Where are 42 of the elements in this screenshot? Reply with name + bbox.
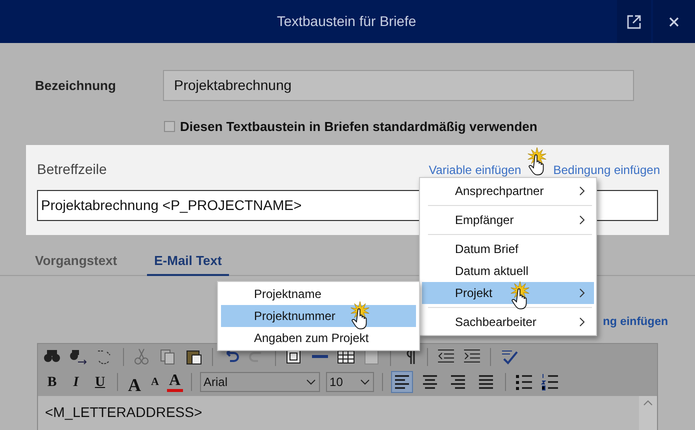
chevron-right-icon[interactable]	[579, 317, 585, 327]
format-button[interactable]: B	[43, 372, 61, 392]
popout-button[interactable]	[617, 0, 651, 43]
menu-item[interactable]: Projektname	[221, 283, 416, 305]
link[interactable]: Variable einfügen	[428, 160, 522, 178]
shrink-font-button[interactable]: A	[149, 372, 161, 392]
menu-item[interactable]: Angaben zum Projekt	[221, 327, 416, 349]
bullet-list-icon[interactable]	[514, 372, 534, 391]
menu-item[interactable]: Projektnummer	[221, 305, 416, 327]
link[interactable]: Bedingung einfügen	[553, 160, 660, 178]
format-button[interactable]: I	[67, 372, 85, 392]
tab[interactable]: Vorgangstext	[35, 248, 118, 276]
chevron-down-icon[interactable]	[360, 378, 370, 385]
close-button[interactable]	[653, 0, 695, 43]
chevron-right-icon[interactable]	[579, 288, 585, 298]
menu-item[interactable]: Sachbearbeiter	[422, 311, 594, 333]
link[interactable]: ng einfügen	[602, 314, 668, 331]
chevron-right-icon[interactable]	[579, 186, 585, 196]
field-label: Bezeichnung	[35, 76, 117, 95]
numbered-list-icon[interactable]	[540, 372, 560, 391]
menu-item[interactable]: Datum aktuell	[422, 260, 594, 282]
checkbox-label: Diesen Textbaustein in Briefen standardmäßig verwenden	[180, 118, 538, 136]
external-link-icon[interactable]	[627, 14, 641, 28]
grow-font-button[interactable]: A	[126, 372, 143, 392]
font-dropdown[interactable]: Arial	[200, 372, 320, 392]
font-size-dropdown[interactable]: 10	[326, 372, 374, 392]
close-icon[interactable]	[669, 16, 679, 26]
window-title: Textbaustein für Briefe	[276, 12, 418, 31]
chevron-down-icon[interactable]	[306, 378, 316, 385]
chevron-up-icon[interactable]	[643, 400, 653, 406]
name-field[interactable]: Projektabrechnung	[163, 70, 634, 101]
tab[interactable]: E-Mail Text	[147, 248, 229, 276]
field-label: Betreffzeile	[37, 160, 108, 179]
font-color-button[interactable]: A	[166, 372, 183, 392]
scrollbar[interactable]	[639, 396, 657, 430]
format-button[interactable]: U	[91, 372, 109, 392]
align-left-button[interactable]	[390, 370, 413, 393]
checkbox[interactable]	[164, 121, 175, 132]
editor-text: <M_LETTERADDRESS>	[44, 402, 204, 422]
menu-item[interactable]: Datum Brief	[422, 238, 594, 260]
menu-item[interactable]: Projekt	[422, 282, 594, 304]
chevron-right-icon[interactable]	[579, 215, 585, 225]
